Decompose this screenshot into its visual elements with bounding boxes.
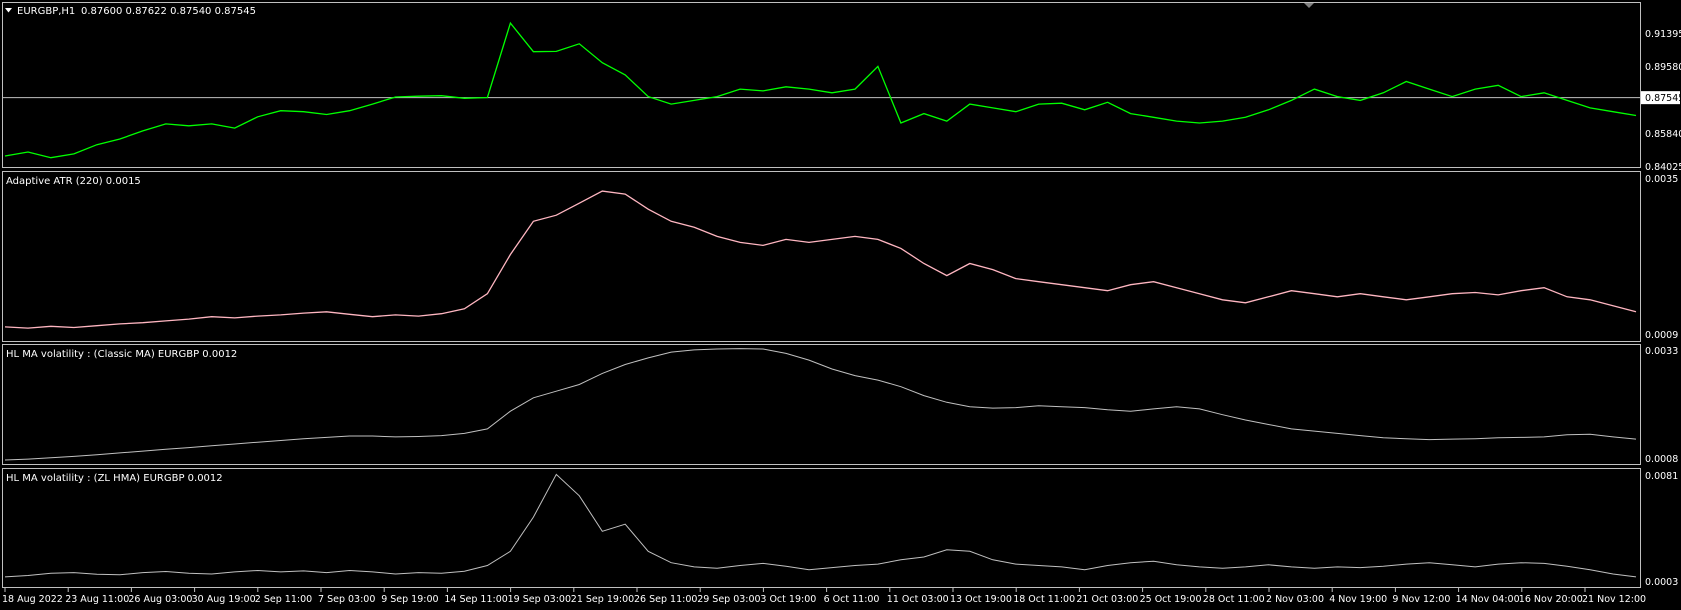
time-tick-label: 4 Nov 19:00: [1329, 594, 1387, 605]
price-tick-4: 0.84025: [1645, 162, 1681, 173]
ohlc-label: 0.87600 0.87622 0.87540 0.87545: [81, 6, 256, 17]
atr-tick-top: 0.0035: [1645, 174, 1678, 185]
time-tick-label: 26 Aug 03:00: [128, 594, 192, 605]
classic-ma-indicator-title: HL MA volatility : (Classic MA) EURGBP 0…: [6, 349, 237, 360]
trading-chart[interactable]: EURGBP,H1 0.87600 0.87622 0.87540 0.8754…: [0, 0, 1681, 610]
zl-hma-tick-bottom: 0.0003: [1645, 577, 1678, 588]
time-tick-label: 9 Sep 19:00: [381, 594, 438, 605]
time-tick-label: 14 Sep 11:00: [444, 594, 507, 605]
price-tick-2: 0.89580: [1645, 62, 1681, 73]
atr-indicator-title: Adaptive ATR (220) 0.0015: [6, 176, 141, 187]
symbol-label: EURGBP,H1: [17, 6, 75, 17]
time-tick-label: 11 Oct 03:00: [887, 594, 949, 605]
time-tick-label: 9 Nov 12:00: [1392, 594, 1450, 605]
time-tick-label: 3 Oct 19:00: [760, 594, 816, 605]
time-tick-label: 29 Sep 03:00: [697, 594, 760, 605]
time-tick-label: 25 Oct 19:00: [1140, 594, 1202, 605]
time-tick-label: 18 Aug 2022: [2, 594, 63, 605]
time-tick-label: 21 Nov 12:00: [1582, 594, 1646, 605]
time-tick-label: 18 Oct 11:00: [1013, 594, 1075, 605]
time-tick-label: 2 Sep 11:00: [255, 594, 312, 605]
zl-hma-indicator-title: HL MA volatility : (ZL HMA) EURGBP 0.001…: [6, 473, 223, 484]
time-tick-label: 7 Sep 03:00: [318, 594, 375, 605]
zl-hma-tick-top: 0.0081: [1645, 471, 1678, 482]
time-tick-label: 26 Sep 11:00: [634, 594, 697, 605]
time-tick-label: 16 Nov 20:00: [1519, 594, 1583, 605]
time-tick-label: 21 Sep 19:00: [571, 594, 634, 605]
time-tick-label: 14 Nov 04:00: [1456, 594, 1520, 605]
time-tick-label: 21 Oct 03:00: [1076, 594, 1138, 605]
time-tick-label: 13 Oct 19:00: [950, 594, 1012, 605]
time-tick-label: 19 Sep 03:00: [508, 594, 571, 605]
time-tick-label: 6 Oct 11:00: [824, 594, 880, 605]
time-tick-label: 30 Aug 19:00: [192, 594, 256, 605]
time-tick-label: 23 Aug 11:00: [65, 594, 129, 605]
atr-tick-bottom: 0.0009: [1645, 330, 1678, 341]
price-tick-1: 0.91395: [1645, 29, 1681, 40]
time-tick-label: 28 Oct 11:00: [1203, 594, 1265, 605]
classic-ma-tick-top: 0.0033: [1645, 346, 1678, 357]
classic-ma-tick-bottom: 0.0008: [1645, 454, 1678, 465]
price-tick-3: 0.85840: [1645, 129, 1681, 140]
current-price-label: 0.87545: [1645, 93, 1681, 104]
time-tick-label: 2 Nov 03:00: [1266, 594, 1324, 605]
